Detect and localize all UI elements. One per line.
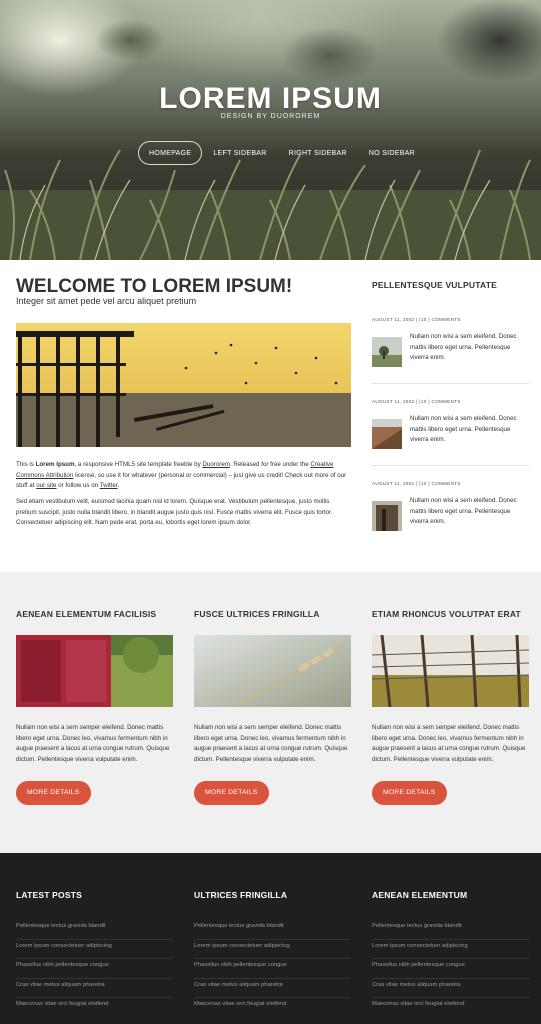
footer-link[interactable]: Phasellus nibh pellentesque congue	[194, 959, 351, 979]
post-excerpt: Nullam non wisi a sem eleifend. Donec ma…	[410, 333, 517, 362]
hero-banner: LOREM IPSUM DESIGN BY DUOROREM HOMEPAGE …	[0, 0, 541, 260]
footer-link[interactable]: Cras vitae metus aliquam pharetra	[372, 979, 529, 998]
nav-right-sidebar[interactable]: RIGHT SIDEBAR	[278, 141, 358, 165]
footer-column-title: ULTRICES FRINGILLA	[194, 890, 288, 900]
footer-link[interactable]: Maecenas vitae orci feugiat eleifend	[194, 998, 351, 1018]
footer-link[interactable]: Pellentesque lectus gravida blandit	[194, 920, 351, 940]
page-subheading: Integer sit amet pede vel arcu aliquet p…	[16, 296, 197, 306]
main-nav: HOMEPAGE LEFT SIDEBAR RIGHT SIDEBAR NO S…	[138, 141, 426, 165]
site-title: LOREM IPSUM	[159, 82, 382, 115]
feature-card: AENEAN ELEMENTUM FACILISIS Nullam non wi…	[16, 609, 173, 806]
more-details-button[interactable]: MORE DETAILS	[16, 781, 91, 806]
rusty-door-image	[16, 635, 173, 707]
page-heading: WELCOME TO LOREM IPSUM!	[16, 276, 293, 297]
our-site-link[interactable]: our site	[36, 482, 56, 489]
sidebar-post[interactable]: AUGUST 11, 2002 | (10 ) COMMENTS Nullam …	[372, 317, 529, 367]
feature-card: ETIAM RHONCUS VOLUTPAT ERAT Nullam non w…	[371, 609, 530, 806]
footer-column: ULTRICES FRINGILLA Pellentesque lectus g…	[194, 890, 351, 1018]
post-thumbnail	[372, 419, 402, 449]
footer-column-title: LATEST POSTS	[16, 890, 82, 900]
feature-card: FUSCE ULTRICES FRINGILLA Nullam non wisi…	[194, 609, 351, 806]
post-meta: AUGUST 11, 2002 | (10 ) COMMENTS	[372, 399, 461, 404]
sidebar-post[interactable]: AUGUST 11, 2002 | (10 ) COMMENTS Nullam …	[372, 481, 529, 531]
footer-link[interactable]: Lorem ipsum consectetuer adipiscing	[372, 940, 529, 959]
footer-link[interactable]: Cras vitae metus aliquam pharetra	[16, 979, 173, 998]
features-section: AENEAN ELEMENTUM FACILISIS Nullam non wi…	[0, 572, 541, 853]
post-meta: AUGUST 11, 2002 | (10 ) COMMENTS	[372, 317, 461, 322]
feature-title: AENEAN ELEMENTUM FACILISIS	[16, 609, 157, 619]
footer-link[interactable]: Lorem ipsum consectetuer adipiscing	[16, 940, 173, 959]
feature-description: Nullam non wisi a sem semper eleifend. D…	[372, 724, 526, 763]
footer-link[interactable]: Phasellus nibh pellentesque congue	[372, 959, 529, 979]
feature-title: FUSCE ULTRICES FRINGILLA	[194, 609, 320, 619]
footer-link[interactable]: Lorem ipsum consectetuer adipiscing	[194, 940, 351, 959]
nav-no-sidebar[interactable]: NO SIDEBAR	[358, 141, 426, 165]
post-thumbnail	[372, 501, 402, 531]
pier-sunset-image	[16, 323, 351, 447]
intro-paragraph: This is Lorem Ipsum, a responsive HTML5 …	[16, 461, 347, 490]
footer-link[interactable]: Maecenas vitae orci feugiat eleifend	[16, 998, 173, 1018]
wheat-image	[194, 635, 351, 708]
footer-link[interactable]: Phasellus nibh pellentesque congue	[16, 959, 173, 979]
sidebar-title: PELLENTESQUE VULPUTATE	[372, 280, 497, 290]
nav-homepage[interactable]: HOMEPAGE	[138, 141, 203, 165]
site-subtitle: DESIGN BY DUOROREM	[220, 113, 321, 120]
footer-column: AENEAN ELEMENTUM Pellentesque lectus gra…	[372, 890, 529, 1018]
footer-link[interactable]: Maecenas vitae orci feugiat eleifend	[372, 998, 529, 1018]
duororem-link[interactable]: Duororem	[202, 461, 230, 468]
post-thumbnail	[372, 337, 402, 367]
post-excerpt: Nullam non wisi a sem eleifend. Donec ma…	[410, 415, 517, 444]
body-paragraph: Sed etiam vestibulum velit, euismod laci…	[16, 498, 333, 527]
feature-description: Nullam non wisi a sem semper eleifend. D…	[16, 724, 170, 763]
footer-link[interactable]: Pellentesque lectus gravida blandit	[372, 920, 529, 940]
twitter-link[interactable]: Twitter	[100, 482, 118, 489]
footer-column-title: AENEAN ELEMENTUM	[372, 890, 468, 900]
barbed-wire-image	[371, 634, 530, 708]
footer-link[interactable]: Pellentesque lectus gravida blandit	[16, 920, 173, 940]
footer: LATEST POSTS Pellentesque lectus gravida…	[0, 853, 541, 1024]
post-meta: AUGUST 11, 2002 | (10 ) COMMENTS	[372, 481, 461, 486]
footer-link[interactable]: Cras vitae metus aliquam pharetra	[194, 979, 351, 998]
divider	[372, 383, 529, 384]
more-details-button[interactable]: MORE DETAILS	[194, 781, 269, 806]
feature-description: Nullam non wisi a sem semper eleifend. D…	[194, 724, 348, 763]
sidebar-post[interactable]: AUGUST 11, 2002 | (10 ) COMMENTS Nullam …	[372, 399, 529, 449]
more-details-button[interactable]: MORE DETAILS	[372, 781, 447, 806]
divider	[372, 465, 529, 466]
feature-title: ETIAM RHONCUS VOLUTPAT ERAT	[372, 609, 521, 619]
post-excerpt: Nullam non wisi a sem eleifend. Donec ma…	[410, 497, 517, 526]
nav-left-sidebar[interactable]: LEFT SIDEBAR	[202, 141, 277, 165]
footer-column: LATEST POSTS Pellentesque lectus gravida…	[16, 890, 173, 1018]
